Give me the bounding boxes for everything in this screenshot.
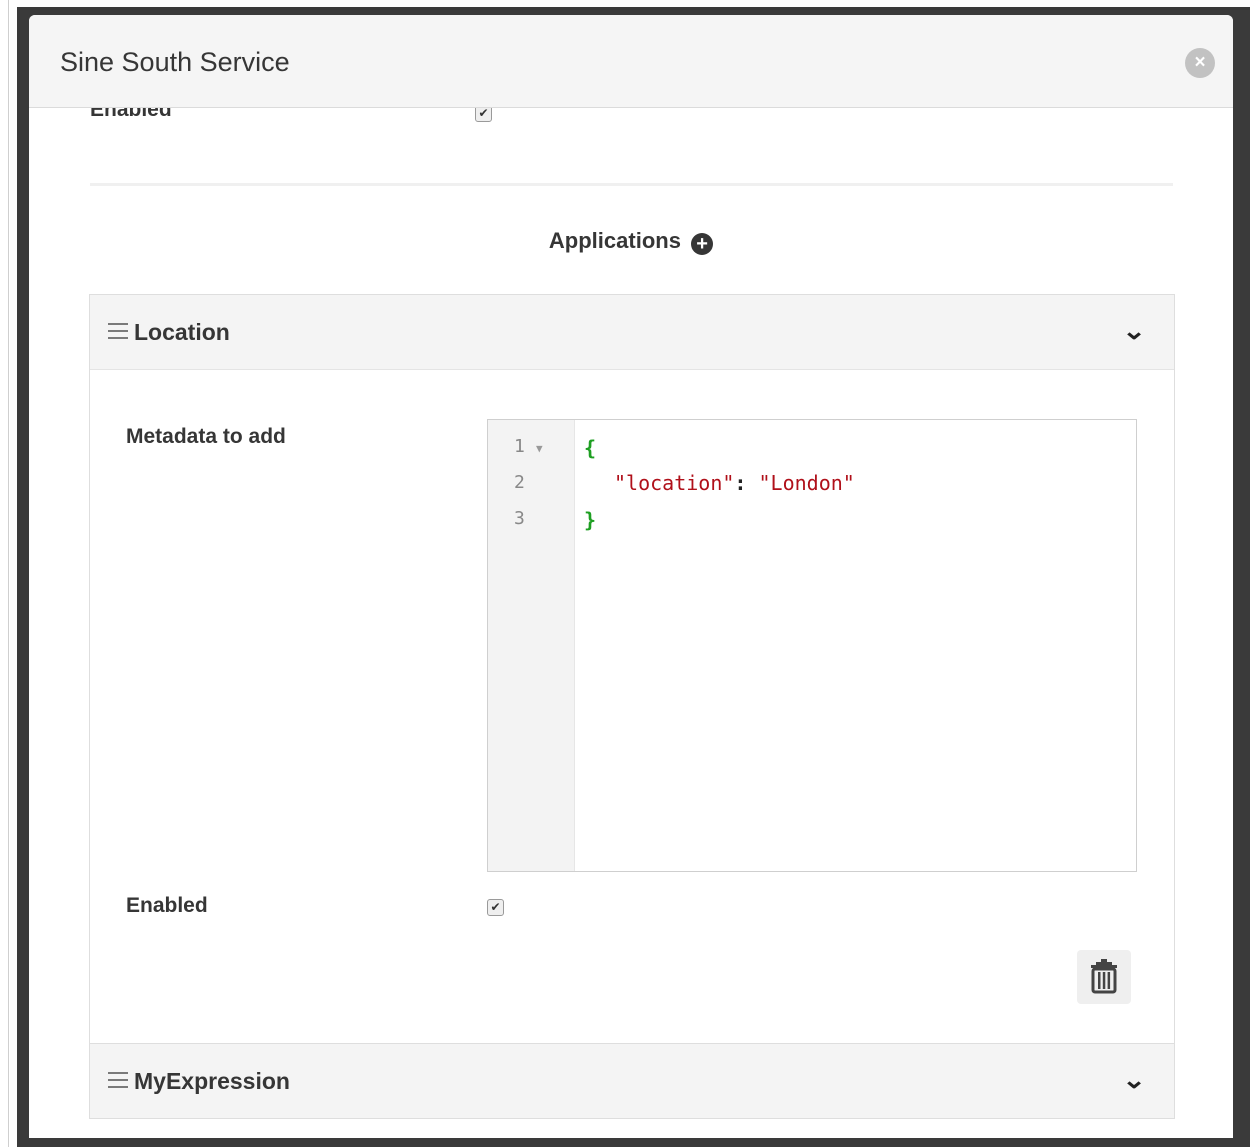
left-edge	[0, 0, 9, 1147]
delete-application-button[interactable]	[1077, 950, 1131, 1004]
application-enabled-label: Enabled	[126, 894, 208, 917]
application-enabled-checkbox[interactable]: ✔	[487, 899, 504, 916]
close-brace: }	[584, 508, 597, 532]
metadata-label: Metadata to add	[126, 425, 286, 448]
application-card-location: Location ⌄ Metadata to add 1 ▼ 2 3 { "lo…	[89, 294, 1175, 1045]
json-code-editor[interactable]: 1 ▼ 2 3 { "location": "London" }	[487, 419, 1137, 872]
chevron-down-icon[interactable]: ⌄	[1122, 317, 1146, 346]
code-line: }	[584, 508, 596, 532]
application-name: Location	[134, 319, 230, 345]
application-name: MyExpression	[134, 1068, 290, 1094]
chevron-down-icon[interactable]: ⌄	[1122, 1066, 1146, 1095]
fold-arrow-icon[interactable]: ▼	[536, 442, 543, 455]
json-colon: :	[734, 471, 747, 495]
code-line: {	[584, 436, 596, 460]
line-number: 2	[514, 472, 525, 493]
json-key: "location"	[614, 471, 735, 495]
line-number: 3	[514, 508, 525, 529]
drag-handle-icon[interactable]	[108, 323, 128, 344]
drag-handle-icon[interactable]	[108, 1072, 128, 1093]
applications-heading: Applications +	[29, 228, 1233, 255]
applications-title: Applications	[548, 228, 681, 253]
add-application-icon[interactable]: +	[691, 233, 714, 255]
application-card-header[interactable]: MyExpression ⌄	[90, 1044, 1174, 1118]
open-brace: {	[584, 436, 597, 460]
code-line: "location": "London"	[614, 471, 855, 495]
application-card-header[interactable]: Location ⌄	[90, 295, 1174, 370]
modal-header: Sine South Service ×	[29, 15, 1233, 108]
modal-title: Sine South Service	[60, 47, 290, 77]
line-number: 1	[514, 436, 525, 457]
close-icon[interactable]: ×	[1185, 48, 1215, 78]
line-number-gutter: 1 ▼ 2 3	[488, 420, 575, 871]
json-value: "London"	[758, 471, 855, 495]
trash-icon	[1091, 959, 1117, 994]
section-divider	[90, 183, 1173, 186]
application-card-myexpression: MyExpression ⌄	[89, 1043, 1175, 1119]
modal-dialog: Sine South Service × Enabled ✔ Applicati…	[29, 15, 1233, 1138]
